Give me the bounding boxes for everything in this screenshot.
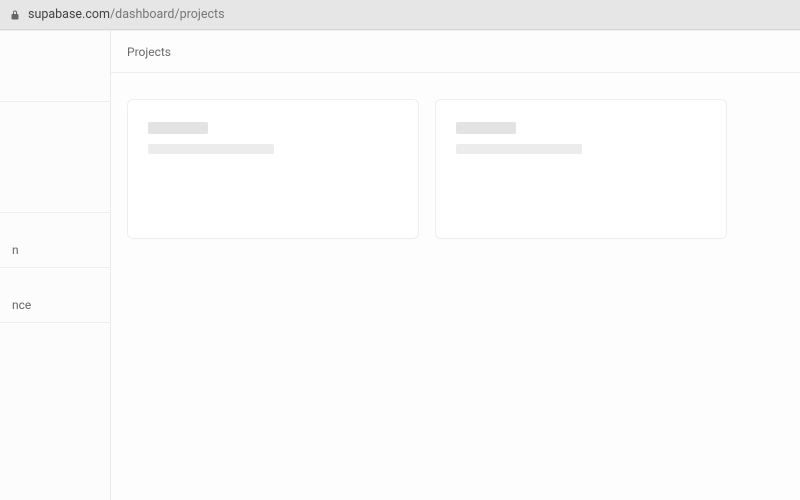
url-text: supabase.com/dashboard/projects [28, 7, 225, 22]
sidebar-item[interactable] [0, 323, 110, 373]
skeleton-line [148, 144, 274, 154]
skeleton-line [456, 122, 516, 134]
skeleton-line [148, 122, 208, 134]
sidebar-item[interactable] [0, 102, 110, 213]
project-card-skeleton[interactable] [127, 99, 419, 239]
sidebar-item-label: nce [12, 298, 31, 312]
sidebar: n nce [0, 31, 111, 500]
project-card-skeleton[interactable] [435, 99, 727, 239]
sidebar-item[interactable]: n [0, 213, 110, 268]
sidebar-item-label: n [12, 243, 19, 257]
sidebar-item[interactable]: nce [0, 268, 110, 323]
browser-address-bar[interactable]: supabase.com/dashboard/projects [0, 0, 800, 30]
sidebar-item[interactable] [0, 31, 110, 102]
lock-icon [8, 8, 22, 22]
url-path: /dashboard/projects [110, 7, 225, 22]
url-host: supabase.com [28, 7, 110, 22]
skeleton-line [456, 144, 582, 154]
topbar: Projects [111, 31, 800, 73]
breadcrumb: Projects [127, 45, 171, 59]
projects-grid [111, 73, 800, 265]
main-area: Projects [111, 31, 800, 500]
app-shell: n nce Projects [0, 30, 800, 500]
